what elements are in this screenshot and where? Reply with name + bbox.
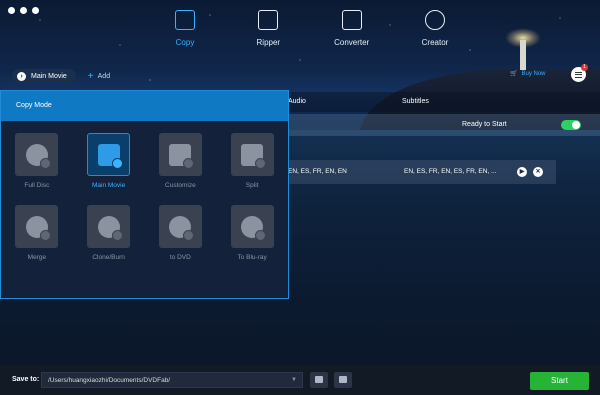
buy-now-link[interactable]: 🛒 Buy Now <box>510 70 546 78</box>
folder-icon <box>315 376 323 383</box>
tab-ripper[interactable]: Ripper <box>233 10 303 47</box>
buy-now-label: Buy Now <box>521 70 546 77</box>
converter-icon <box>341 10 362 30</box>
mode-customize[interactable]: Customize <box>145 133 217 189</box>
audio-column-header: Audio <box>288 98 306 105</box>
bottom-bar: Save to: /Users/huangxiaozhi/Documents/D… <box>0 365 600 395</box>
tile-label: Clone/Burn <box>92 254 125 261</box>
flame-icon <box>97 215 123 241</box>
dvd-icon <box>169 215 195 241</box>
save-to-label: Save to: <box>12 376 40 383</box>
creator-icon <box>424 10 445 30</box>
tab-label: Creator <box>421 38 449 47</box>
arrow-right-icon: › <box>17 72 26 81</box>
copy-mode-title: Copy Mode <box>1 91 288 121</box>
tile-label: Main Movie <box>92 182 126 189</box>
tile-label: Split <box>245 182 259 189</box>
start-button[interactable]: Start <box>530 372 589 390</box>
tile-label: Full Disc <box>24 182 50 189</box>
bluray-icon <box>241 215 267 241</box>
link-icon <box>25 215 51 241</box>
mode-clone-burn[interactable]: Clone/Burn <box>73 205 145 261</box>
mode-merge[interactable]: Merge <box>1 205 73 261</box>
notification-badge: 1 <box>581 64 588 71</box>
iso-button[interactable] <box>334 372 352 388</box>
app-window: Copy Ripper Converter Creator › Main Mov… <box>0 0 600 395</box>
tile-label: To Blu-ray <box>237 254 267 261</box>
audio-value: EN, ES, FR, EN, EN <box>288 168 347 175</box>
close-window-button[interactable] <box>8 7 15 14</box>
mode-split[interactable]: Split <box>216 133 288 189</box>
lighthouse <box>520 40 526 70</box>
chevron-down-icon[interactable]: ▼ <box>291 377 297 383</box>
source-label: Main Movie <box>31 73 67 80</box>
mode-to-dvd[interactable]: to DVD <box>145 205 217 261</box>
play-icon[interactable]: ▶ <box>517 167 527 177</box>
tab-label: Copy <box>175 38 195 47</box>
tab-label: Converter <box>334 38 370 47</box>
title-toggle[interactable] <box>561 120 581 130</box>
add-button[interactable]: + Add <box>88 71 110 82</box>
film-icon <box>97 143 123 169</box>
disc-icon <box>25 143 51 169</box>
plus-icon: + <box>87 71 94 82</box>
tile-label: Merge <box>27 254 47 261</box>
minimize-window-button[interactable] <box>20 7 27 14</box>
mode-main-movie[interactable]: Main Movie <box>73 133 145 189</box>
add-label: Add <box>97 73 111 80</box>
copy-mode-panel: Copy Mode Full Disc Main Movie Customize… <box>0 90 289 299</box>
status-text: Ready to Start <box>462 121 507 128</box>
close-icon[interactable]: ✕ <box>533 167 543 177</box>
tile-label: Customize <box>165 182 196 189</box>
main-movie-dropdown[interactable]: › Main Movie <box>12 69 76 84</box>
save-path-value: /Users/huangxiaozhi/Documents/DVDFab/ <box>48 377 171 384</box>
mode-full-disc[interactable]: Full Disc <box>1 133 73 189</box>
tile-label: to DVD <box>169 254 191 261</box>
browse-folder-button[interactable] <box>310 372 328 388</box>
copy-mode-grid: Full Disc Main Movie Customize Split Mer… <box>1 133 288 261</box>
subtitles-value: EN, ES, FR, EN, ES, FR, EN, ... <box>404 168 497 175</box>
window-controls <box>8 7 39 14</box>
save-path-field[interactable]: /Users/huangxiaozhi/Documents/DVDFab/ ▼ <box>41 372 303 388</box>
edit-icon <box>169 143 195 169</box>
cart-icon: 🛒 <box>510 71 518 77</box>
tab-converter[interactable]: Converter <box>317 10 387 47</box>
iso-icon <box>339 376 347 383</box>
menu-button[interactable]: 1 <box>571 64 588 82</box>
ripper-icon <box>258 10 279 30</box>
mode-tabs: Copy Ripper Converter Creator <box>150 10 470 47</box>
hamburger-icon <box>575 71 582 78</box>
mode-to-bluray[interactable]: To Blu-ray <box>216 205 288 261</box>
source-bar: › Main Movie + Add <box>12 69 110 84</box>
tab-creator[interactable]: Creator <box>400 10 470 47</box>
subtitles-column-header: Subtitles <box>402 98 429 105</box>
copy-icon <box>175 10 195 30</box>
crop-icon <box>241 143 267 169</box>
tab-label: Ripper <box>256 38 281 47</box>
tab-copy[interactable]: Copy <box>150 10 220 47</box>
maximize-window-button[interactable] <box>32 7 39 14</box>
